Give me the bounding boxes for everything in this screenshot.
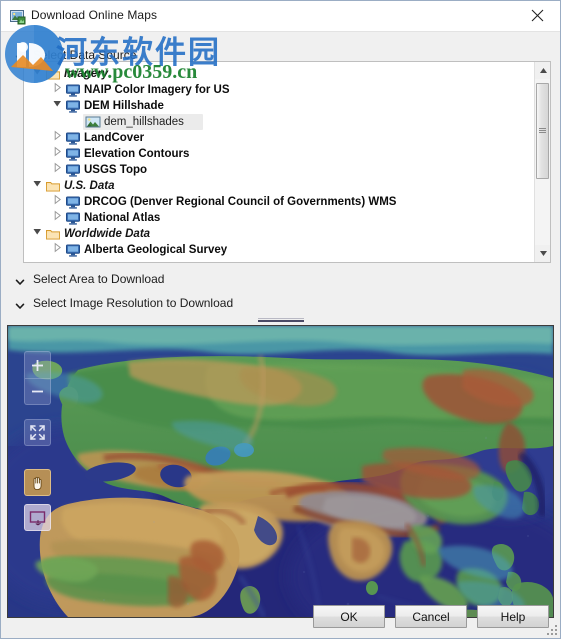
window-title: Download Online Maps <box>31 8 158 22</box>
close-button[interactable] <box>515 1 560 30</box>
tree-row[interactable]: DRCOG (Denver Regional Council of Govern… <box>24 194 529 210</box>
tree-twisty-collapsed-icon[interactable] <box>52 210 63 226</box>
tree-row[interactable]: National Atlas <box>24 210 529 226</box>
folder-icon <box>45 178 61 194</box>
tree-item-label: U.S. Data <box>64 180 115 192</box>
server-icon <box>65 146 81 162</box>
resize-grip-icon[interactable] <box>545 623 558 636</box>
data-source-tree[interactable]: Imagery NAIP Color Imagery for US DEM Hill… <box>23 61 551 263</box>
tree-row[interactable]: U.S. Data <box>24 178 529 194</box>
scrollbar-thumb[interactable] <box>536 83 549 179</box>
help-button[interactable]: Help <box>477 605 549 628</box>
server-icon <box>65 82 81 98</box>
server-icon <box>65 98 81 114</box>
section-header-data-source[interactable]: Select Data Source <box>33 48 136 62</box>
tree-row[interactable]: LandCover <box>24 130 529 146</box>
pan-hand-icon[interactable] <box>24 469 51 496</box>
tree-twisty-expanded-icon[interactable] <box>32 226 43 242</box>
server-icon <box>65 210 81 226</box>
map-preview-panel[interactable] <box>7 325 554 618</box>
map-image-icon <box>10 9 26 25</box>
tree-twisty-collapsed-icon[interactable] <box>52 130 63 146</box>
tree-vertical-scrollbar[interactable] <box>534 62 550 262</box>
picture-icon <box>85 114 101 130</box>
tree-item-label: dem_hillshades <box>104 116 184 128</box>
panel-splitter-handle[interactable] <box>258 317 304 323</box>
tree-item-label: Worldwide Data <box>64 228 151 240</box>
scrollbar-grip-icon <box>539 128 546 133</box>
tree-row[interactable]: dem_hillshades <box>24 114 529 130</box>
server-icon <box>65 130 81 146</box>
tree-item-label: LandCover <box>84 132 145 144</box>
server-icon <box>65 162 81 178</box>
tree-row[interactable]: NAIP Color Imagery for US <box>24 82 529 98</box>
scroll-down-arrow-icon[interactable] <box>535 245 550 262</box>
dialog-content: Select Data Source Imagery NAIP Color Ima… <box>1 32 560 638</box>
tree-row[interactable]: Imagery <box>24 66 529 82</box>
server-icon <box>65 194 81 210</box>
tree-twisty-collapsed-icon[interactable] <box>52 146 63 162</box>
title-bar: Download Online Maps <box>1 1 560 32</box>
folder-icon <box>45 66 61 82</box>
tree-scroll-area: Imagery NAIP Color Imagery for US DEM Hill… <box>24 62 534 262</box>
chevron-down-icon-area[interactable] <box>14 275 26 287</box>
tree-row[interactable]: DEM Hillshade <box>24 98 529 114</box>
zoom-out-icon[interactable] <box>24 378 51 405</box>
tree-twisty-collapsed-icon[interactable] <box>52 162 63 178</box>
tree-twisty-collapsed-icon[interactable] <box>52 242 63 258</box>
folder-icon <box>45 226 61 242</box>
tree-row[interactable]: USGS Topo <box>24 162 529 178</box>
tree-twisty-expanded-icon[interactable] <box>52 98 63 114</box>
cancel-button[interactable]: Cancel <box>395 605 467 628</box>
tree-item-label: DEM Hillshade <box>84 100 164 112</box>
zoom-in-icon[interactable] <box>24 351 51 378</box>
tree-item-label: DRCOG (Denver Regional Council of Govern… <box>84 196 397 208</box>
tree-row[interactable]: Elevation Contours <box>24 146 529 162</box>
map-canvas[interactable] <box>8 326 553 617</box>
tree-twisty-expanded-icon[interactable] <box>32 178 43 194</box>
chevron-down-icon-resolution[interactable] <box>14 299 26 311</box>
tree-row[interactable]: Alberta Geological Survey <box>24 242 529 258</box>
tree-twisty-collapsed-icon[interactable] <box>52 194 63 210</box>
close-icon <box>531 9 544 22</box>
tree-item-label: National Atlas <box>84 212 161 224</box>
tree-item-label: Imagery <box>64 68 109 80</box>
dialog-button-bar: OK Cancel Help <box>1 596 560 638</box>
tree-item-label: Elevation Contours <box>84 148 190 160</box>
download-online-maps-dialog: Download Online Maps Select Data Source … <box>0 0 561 639</box>
server-icon <box>65 242 81 258</box>
tree-item-label: USGS Topo <box>84 164 148 176</box>
tree-twisty-collapsed-icon[interactable] <box>52 82 63 98</box>
tree-item-label: Alberta Geological Survey <box>84 244 228 256</box>
section-header-area[interactable]: Select Area to Download <box>33 272 164 286</box>
tree-row[interactable]: Worldwide Data <box>24 226 529 242</box>
tree-twisty-expanded-icon[interactable] <box>32 66 43 82</box>
scrollbar-track[interactable] <box>535 79 550 245</box>
zoom-to-extent-icon[interactable] <box>24 419 51 446</box>
select-rectangle-icon[interactable] <box>24 504 51 531</box>
ok-button[interactable]: OK <box>313 605 385 628</box>
tree-item-label: NAIP Color Imagery for US <box>84 84 230 96</box>
scroll-up-arrow-icon[interactable] <box>535 62 550 79</box>
section-header-resolution[interactable]: Select Image Resolution to Download <box>33 296 233 310</box>
